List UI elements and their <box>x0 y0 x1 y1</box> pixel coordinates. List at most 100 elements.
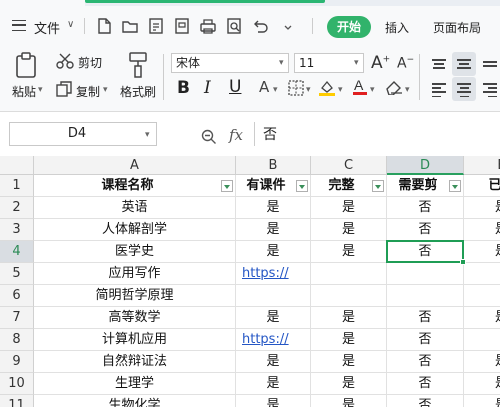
table-cell[interactable]: 是 <box>464 197 500 219</box>
table-cell[interactable]: 是 <box>464 219 500 241</box>
name-box[interactable]: D4 <box>9 122 157 146</box>
column-header-b[interactable]: B <box>236 156 311 175</box>
fill-handle[interactable] <box>460 259 466 265</box>
table-cell[interactable] <box>464 263 500 285</box>
row-header-2[interactable]: 2 <box>0 197 34 219</box>
strikethrough-icon[interactable]: A <box>259 78 269 96</box>
table-cell[interactable]: 是 <box>464 395 500 407</box>
save-as-icon[interactable] <box>173 17 191 35</box>
table-cell[interactable]: 自然辩证法 <box>34 351 236 373</box>
table-cell[interactable]: 否 <box>387 373 464 395</box>
font-name-select[interactable]: 宋体 <box>171 53 289 73</box>
more-chevron-icon[interactable] <box>279 19 292 37</box>
header-cell[interactable]: 已后 <box>464 175 500 197</box>
table-cell[interactable]: 是 <box>311 219 387 241</box>
row-header-5[interactable]: 5 <box>0 263 34 285</box>
tab-page-layout[interactable]: 页面布局 <box>433 19 481 36</box>
table-cell[interactable]: 否 <box>387 351 464 373</box>
column-header-a[interactable]: A <box>34 156 236 175</box>
table-cell[interactable] <box>464 285 500 307</box>
table-cell[interactable]: 英语 <box>34 197 236 219</box>
print-icon[interactable] <box>199 17 217 35</box>
table-cell[interactable]: 是 <box>464 307 500 329</box>
tab-home[interactable]: 开始 <box>327 16 371 38</box>
table-cell[interactable]: 是 <box>236 373 311 395</box>
table-cell[interactable]: 是 <box>311 373 387 395</box>
table-cell[interactable]: 生物化学 <box>34 395 236 407</box>
hamburger-menu-icon[interactable] <box>12 20 26 31</box>
open-file-icon[interactable] <box>121 17 139 35</box>
table-cell[interactable]: 否 <box>387 307 464 329</box>
align-right-button[interactable] <box>478 77 500 101</box>
chevron-down-icon[interactable]: ▾ <box>354 58 359 68</box>
cut-label[interactable]: 剪切 <box>78 54 102 71</box>
table-cell[interactable]: 是 <box>236 219 311 241</box>
chevron-down-icon[interactable]: ▾ <box>38 85 43 95</box>
column-header-d[interactable]: D <box>387 156 464 175</box>
filter-dropdown-icon[interactable] <box>449 180 461 192</box>
select-all-corner[interactable] <box>0 156 34 175</box>
filter-dropdown-icon[interactable] <box>372 180 384 192</box>
row-header-1[interactable]: 1 <box>0 175 34 197</box>
export-pdf-icon[interactable] <box>147 17 165 35</box>
table-cell[interactable]: 是 <box>464 351 500 373</box>
table-cell[interactable]: 是 <box>236 351 311 373</box>
chevron-down-icon[interactable]: ▾ <box>370 85 375 95</box>
undo-icon[interactable] <box>251 17 269 35</box>
underline-icon[interactable]: U <box>229 77 241 97</box>
fx-icon[interactable]: fx <box>229 126 243 144</box>
scissors-icon[interactable] <box>56 53 74 72</box>
table-cell[interactable]: 简明哲学原理 <box>34 285 236 307</box>
table-cell[interactable]: 是 <box>311 197 387 219</box>
table-cell[interactable]: 否 <box>387 395 464 407</box>
table-cell[interactable]: 是 <box>311 329 387 351</box>
print-preview-icon[interactable] <box>225 17 243 35</box>
align-left-button[interactable] <box>427 77 451 101</box>
row-header-4[interactable]: 4 <box>0 241 34 263</box>
font-color-icon[interactable]: A <box>352 77 368 100</box>
chevron-down-icon[interactable]: ▾ <box>145 130 150 140</box>
row-header-7[interactable]: 7 <box>0 307 34 329</box>
table-cell[interactable]: 生理学 <box>34 373 236 395</box>
chevron-down-icon[interactable]: ▾ <box>405 85 410 95</box>
filter-dropdown-icon[interactable] <box>296 180 308 192</box>
file-menu[interactable]: 文件 <box>34 18 60 37</box>
row-header-8[interactable]: 8 <box>0 329 34 351</box>
align-center-button[interactable] <box>452 77 476 101</box>
align-top-button[interactable] <box>427 52 451 76</box>
table-cell[interactable]: 是 <box>236 197 311 219</box>
chevron-down-icon[interactable]: ▾ <box>273 85 278 95</box>
row-header-10[interactable]: 10 <box>0 373 34 395</box>
header-cell[interactable]: 课程名称 <box>34 175 236 197</box>
table-cell[interactable]: 是 <box>311 307 387 329</box>
table-cell[interactable] <box>311 263 387 285</box>
row-header-9[interactable]: 9 <box>0 351 34 373</box>
table-cell[interactable]: 是 <box>464 241 500 263</box>
table-cell[interactable] <box>387 263 464 285</box>
format-painter-icon[interactable] <box>127 51 149 82</box>
table-cell[interactable]: 是 <box>311 351 387 373</box>
table-cell[interactable]: 高等数学 <box>34 307 236 329</box>
filter-dropdown-icon[interactable] <box>221 180 233 192</box>
paste-icon[interactable] <box>14 51 40 82</box>
chevron-down-icon[interactable]: ▾ <box>306 85 311 95</box>
hyperlink-cell[interactable]: https:// <box>236 329 311 351</box>
table-cell[interactable]: 是 <box>464 373 500 395</box>
table-cell[interactable]: 是 <box>236 241 311 263</box>
table-cell[interactable]: 是 <box>311 241 387 263</box>
table-cell[interactable]: 人体解剖学 <box>34 219 236 241</box>
copy-label[interactable]: 复制 <box>76 83 100 100</box>
table-cell[interactable] <box>387 285 464 307</box>
tab-insert[interactable]: 插入 <box>385 19 409 36</box>
zoom-icon[interactable] <box>201 129 217 148</box>
table-cell[interactable]: 否 <box>387 219 464 241</box>
table-cell[interactable]: 是 <box>311 395 387 407</box>
chevron-down-icon[interactable]: ▾ <box>338 85 343 95</box>
paste-label[interactable]: 粘贴 <box>12 83 36 100</box>
chevron-down-icon[interactable]: ▾ <box>279 58 284 68</box>
chevron-down-icon[interactable]: ▾ <box>103 85 108 95</box>
table-cell[interactable] <box>464 329 500 351</box>
table-cell[interactable]: 医学史 <box>34 241 236 263</box>
align-middle-button[interactable] <box>452 52 476 76</box>
row-header-11[interactable]: 11 <box>0 395 34 407</box>
